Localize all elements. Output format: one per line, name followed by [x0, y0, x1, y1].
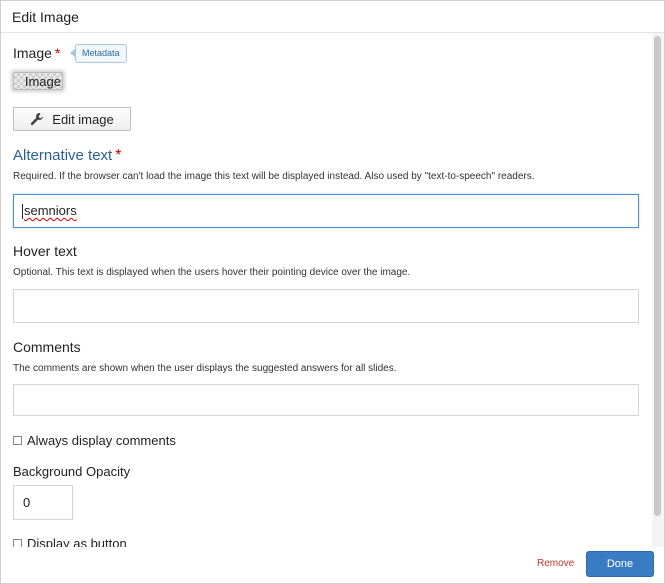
always-display-comments-checkbox[interactable]	[13, 436, 22, 445]
edit-image-dialog: Edit Image Image * Metadata Image Edit im…	[0, 0, 665, 584]
scrollbar-thumb[interactable]	[654, 36, 661, 516]
image-thumbnail[interactable]: Image	[13, 72, 63, 90]
wrench-icon	[31, 113, 44, 126]
dialog-title: Edit Image	[12, 8, 79, 25]
dialog-content: Image * Metadata Image Edit image Alterna…	[1, 33, 651, 547]
comments-label: Comments	[13, 339, 81, 355]
remove-link[interactable]: Remove	[537, 558, 574, 569]
alt-text-label: Alternative text *	[13, 147, 122, 164]
always-display-comments-label: Always display comments	[27, 433, 176, 448]
metadata-button[interactable]: Metadata	[70, 44, 127, 63]
hover-text-input[interactable]	[13, 289, 639, 323]
hover-text-description: Optional. This text is displayed when th…	[13, 267, 411, 278]
alt-text-value: semniors	[24, 203, 77, 218]
background-opacity-label: Background Opacity	[13, 464, 131, 479]
comments-description: The comments are shown when the user dis…	[13, 363, 397, 374]
dialog-footer: Remove Done	[1, 547, 664, 583]
edit-image-label: Edit image	[52, 111, 114, 127]
alt-text-description: Required. If the browser can't load the …	[13, 171, 535, 182]
display-as-button-label: Display as button	[27, 536, 127, 547]
text-caret	[22, 204, 23, 220]
display-as-button-checkbox[interactable]	[13, 539, 22, 547]
required-marker: *	[115, 147, 122, 164]
comments-input[interactable]	[13, 384, 639, 416]
alt-text-input[interactable]: semniors	[13, 194, 639, 228]
image-label: Image *	[13, 45, 61, 61]
done-button[interactable]: Done	[586, 551, 654, 577]
hover-text-label: Hover text	[13, 243, 77, 259]
edit-image-button[interactable]: Edit image	[13, 107, 131, 131]
background-opacity-input[interactable]: 0	[13, 485, 73, 520]
required-marker: *	[54, 45, 61, 61]
dialog-header: Edit Image	[1, 1, 664, 33]
content-scrollbar[interactable]	[652, 33, 664, 547]
